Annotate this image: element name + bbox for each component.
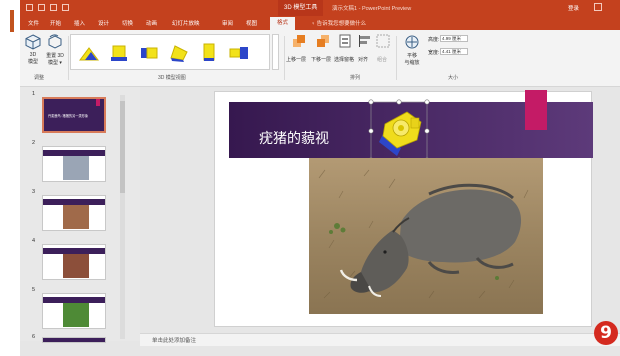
reset-3d-icon [48,34,62,49]
group-button[interactable]: 组合 [377,56,387,63]
notes-placeholder[interactable]: 单击此处添加备注 [152,336,196,344]
send-backward-icon [317,35,329,47]
tab-view[interactable]: 视图 [246,19,257,27]
warthog-photo[interactable] [309,158,543,314]
tab-file[interactable]: 文件 [28,19,39,27]
tab-animations[interactable]: 动画 [146,19,157,27]
thumb-image [63,156,89,180]
tab-home[interactable]: 开始 [50,19,61,27]
view-option-4[interactable] [167,40,191,64]
view-option-1[interactable] [77,40,101,64]
slide-thumbnail[interactable] [42,244,106,280]
separator [284,36,285,80]
tab-review[interactable]: 审阅 [222,19,233,27]
thumb-image [63,254,89,278]
ribbon-tabs: 文件 开始 插入 设计 切换 动画 幻灯片放映 审阅 视图 格式 ♀ 告诉我您想… [20,16,620,30]
bring-forward-icon [293,35,305,47]
cube-icon [25,34,41,50]
slide-thumbnail[interactable] [42,146,106,182]
title-bar: 3D 模型工具 演示文稿1 - PowerPoint Preview 登录 [20,0,620,16]
tab-design[interactable]: 设计 [98,19,109,27]
pan-zoom-button[interactable]: 平移 与缩放 [400,52,424,66]
3d-model-button[interactable]: 3D 模型 [23,52,43,65]
thumb-number: 6 [32,334,36,340]
slide-thumbnails-pane: 1 丹麦鹿鸟: 猪猪的另一类形象 2 3 4 5 6 [20,87,140,343]
tab-insert[interactable]: 插入 [74,19,85,27]
bring-forward-button[interactable]: 上移一层 [286,56,306,63]
group-label-adjust: 调整 [34,75,45,81]
separator [396,36,397,80]
current-slide[interactable]: 疣猪的藐视 [214,90,593,327]
height-input[interactable]: 4.99 厘米 [440,35,468,42]
context-tool-label: 3D 模型工具 [278,0,324,16]
selection-pane-button[interactable]: 选择窗格 [334,56,354,63]
view-option-6[interactable] [227,40,251,64]
sign-in-link[interactable]: 登录 [568,4,579,12]
tab-slideshow[interactable]: 幻灯片放映 [172,19,200,27]
separator [68,36,69,80]
thumb-number: 4 [32,238,36,244]
width-label: 宽度: [428,50,440,56]
3d-model-object[interactable] [367,94,431,166]
width-input[interactable]: 4.41 厘米 [440,48,468,55]
send-backward-button[interactable]: 下移一层 [311,56,331,63]
thumb-image [63,303,89,327]
accent-mark [10,10,14,32]
slide-edit-area: 疣猪的藐视 [140,87,620,341]
height-label: 高度: [428,37,440,43]
tell-me-search[interactable]: ♀ 告诉我您想要做什么 [311,19,366,27]
slide-thumbnail[interactable] [42,293,106,329]
selection-pane-icon [339,34,351,48]
undo-icon[interactable] [38,4,45,11]
thumb-number: 5 [32,287,36,293]
pink-accent [525,90,547,130]
thumb-title: 丹麦鹿鸟: 猪猪的另一类形象 [48,114,89,118]
thumb-number: 1 [32,91,36,97]
view-option-3[interactable] [137,40,161,64]
thumb-band [43,338,105,342]
slide-title[interactable]: 疣猪的藐视 [259,128,329,148]
thumb-number: 2 [32,140,36,146]
redo-icon[interactable] [50,4,57,11]
pan-zoom-icon [405,35,419,49]
group-icon [376,34,390,48]
thumb-number: 3 [32,189,36,195]
slide-thumbnail[interactable]: 丹麦鹿鸟: 猪猪的另一类形象 [42,97,106,133]
powerpoint-window: 3D 模型工具 演示文稿1 - PowerPoint Preview 登录 文件… [20,0,620,356]
tab-transitions[interactable]: 切换 [122,19,133,27]
view-option-2[interactable] [107,40,131,64]
align-button[interactable]: 对齐 [358,56,368,63]
group-label-size: 大小 [448,75,459,81]
slide-thumbnail[interactable] [42,195,106,231]
3d-views-gallery [70,34,270,70]
tab-format[interactable]: 格式 [270,17,296,30]
group-label-views: 3D 模型视图 [158,75,186,81]
scrollbar-thumb[interactable] [120,101,125,193]
step-number-badge: 9 [594,321,618,345]
quick-access-toolbar [26,4,69,11]
customize-icon[interactable] [62,4,69,11]
left-margin [0,0,20,356]
thumbnails-scrollbar[interactable] [120,95,125,339]
thumb-image [63,205,89,229]
align-icon [359,35,370,47]
document-title: 演示文稿1 - PowerPoint Preview [332,6,412,12]
slide-thumbnail[interactable] [42,337,106,343]
thumb-accent [96,99,100,106]
gallery-scroll[interactable] [272,34,279,70]
ribbon: 3D 模型 重置 3D 模型 ▾ 调整 3D 模型视图 上移一层 下移一层 选择… [20,30,620,87]
window-control-icon[interactable] [594,3,602,11]
reset-3d-model-button[interactable]: 重置 3D 模型 ▾ [42,52,68,66]
save-icon[interactable] [26,4,33,11]
notes-pane[interactable]: 单击此处添加备注 [140,333,620,346]
group-label-arrange: 排列 [350,75,361,81]
view-option-5[interactable] [197,40,221,64]
